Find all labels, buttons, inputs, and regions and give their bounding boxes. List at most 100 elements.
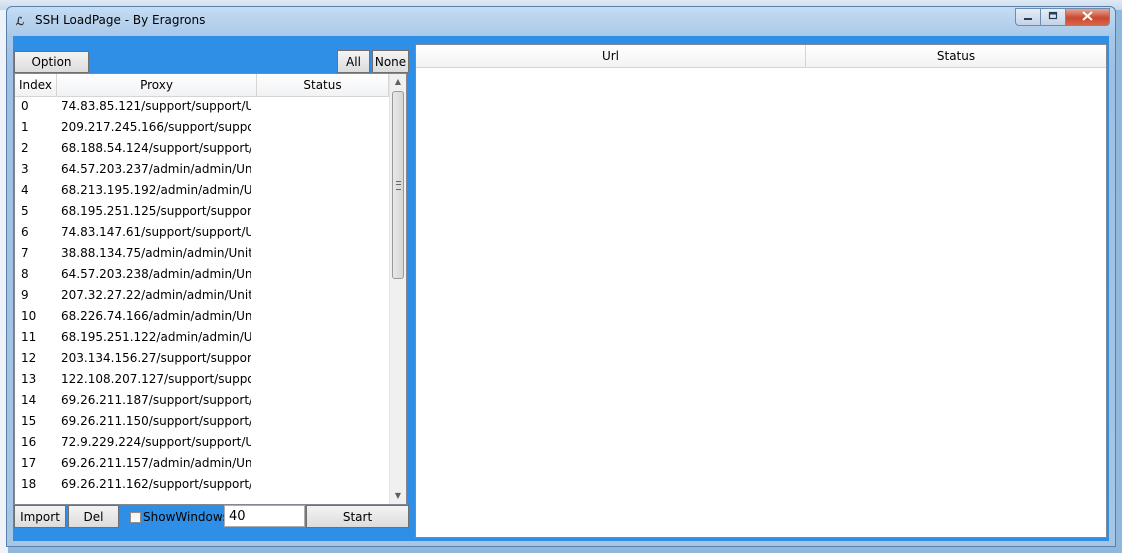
row-status: [251, 180, 389, 201]
row-index: 6: [21, 225, 29, 239]
select-all-button[interactable]: All: [337, 50, 370, 73]
row-index: 8: [21, 267, 29, 281]
row-index: 2: [21, 141, 29, 155]
table-row[interactable]: 16 72.9.229.224/support/support/Unite: [15, 432, 389, 453]
row-status: [251, 327, 389, 348]
row-proxy: 74.83.147.61/support/support/Unite: [61, 225, 251, 239]
maximize-button[interactable]: [1041, 8, 1066, 26]
row-proxy: 203.134.156.27/support/support/Au: [61, 351, 251, 365]
row-status: [251, 285, 389, 306]
row-index: 12: [21, 351, 37, 365]
scroll-thumb[interactable]: [392, 91, 404, 279]
column-header-index[interactable]: Index: [15, 74, 57, 96]
row-proxy: 74.83.85.121/support/support/Unite: [61, 99, 251, 113]
column-header-status[interactable]: Status: [257, 74, 389, 96]
row-status: [251, 201, 389, 222]
app-window: ℒ SSH LoadPage - By Eragrons Option All …: [6, 6, 1116, 547]
table-row[interactable]: 18 69.26.211.162/support/support/Uni: [15, 474, 389, 495]
column-header-proxy[interactable]: Proxy: [57, 74, 257, 96]
table-row[interactable]: 5 68.195.251.125/support/support/Ur: [15, 201, 389, 222]
row-proxy: 122.108.207.127/support/support/A: [61, 372, 251, 386]
row-proxy: 207.32.27.22/admin/admin/United S: [61, 288, 251, 302]
proxy-rows: 0 74.83.85.121/support/support/Unite 1 209.…: [15, 96, 389, 495]
row-proxy: 69.26.211.150/support/support/Uni: [61, 414, 251, 428]
row-index: 15: [21, 414, 37, 428]
proxy-list-header: Index Proxy Status: [15, 74, 389, 97]
show-windows-checkbox[interactable]: [130, 511, 141, 523]
table-row[interactable]: 10 68.226.74.166/admin/admin/United: [15, 306, 389, 327]
delete-button[interactable]: Del: [68, 505, 119, 528]
table-row[interactable]: 3 64.57.203.237/admin/admin/United: [15, 159, 389, 180]
row-status: [251, 138, 389, 159]
close-icon: [1082, 10, 1093, 25]
option-button[interactable]: Option: [14, 51, 89, 73]
row-status: [251, 411, 389, 432]
row-proxy: 68.195.251.125/support/support/Ur: [61, 204, 251, 218]
row-index: 7: [21, 246, 29, 260]
table-row[interactable]: 8 64.57.203.238/admin/admin/United: [15, 264, 389, 285]
table-row[interactable]: 14 69.26.211.187/support/support/Uni: [15, 390, 389, 411]
row-index: 11: [21, 330, 37, 344]
row-status: [251, 117, 389, 138]
proxy-list-scrollbar[interactable]: ▲ ▼: [389, 74, 406, 504]
maximize-icon: [1048, 11, 1058, 24]
row-index: 17: [21, 456, 37, 470]
table-row[interactable]: 12 203.134.156.27/support/support/Au: [15, 348, 389, 369]
table-row[interactable]: 9 207.32.27.22/admin/admin/United S: [15, 285, 389, 306]
table-row[interactable]: 7 38.88.134.75/admin/admin/United S: [15, 243, 389, 264]
grip-icon: [396, 181, 401, 190]
table-row[interactable]: 15 69.26.211.150/support/support/Uni: [15, 411, 389, 432]
table-row[interactable]: 2 68.188.54.124/support/support/Uni: [15, 138, 389, 159]
row-proxy: 64.57.203.237/admin/admin/United: [61, 162, 251, 176]
table-row[interactable]: 11 68.195.251.122/admin/admin/Unite: [15, 327, 389, 348]
import-button[interactable]: Import: [14, 505, 66, 528]
thread-count-input[interactable]: [224, 505, 305, 527]
client-area: Option All None Index Proxy Status 0 74.8…: [13, 36, 1109, 541]
table-row[interactable]: 1 209.217.245.166/support/support/U: [15, 117, 389, 138]
row-proxy: 69.26.211.162/support/support/Uni: [61, 477, 251, 491]
table-row[interactable]: 13 122.108.207.127/support/support/A: [15, 369, 389, 390]
select-none-button[interactable]: None: [372, 50, 409, 73]
table-row[interactable]: 6 74.83.147.61/support/support/Unite: [15, 222, 389, 243]
row-status: [251, 369, 389, 390]
row-status: [251, 264, 389, 285]
table-row[interactable]: 4 68.213.195.192/admin/admin/Unite: [15, 180, 389, 201]
row-status: [251, 348, 389, 369]
row-status: [251, 96, 389, 117]
show-windows-label: ShowWindows: [143, 510, 229, 524]
row-index: 14: [21, 393, 37, 407]
row-proxy: 68.188.54.124/support/support/Uni: [61, 141, 251, 155]
row-proxy: 68.213.195.192/admin/admin/Unite: [61, 183, 251, 197]
url-list-header: Url Status: [416, 45, 1106, 68]
row-status: [251, 453, 389, 474]
column-header-url[interactable]: Url: [416, 45, 806, 67]
row-index: 1: [21, 120, 29, 134]
minimize-button[interactable]: [1015, 8, 1041, 26]
row-proxy: 64.57.203.238/admin/admin/United: [61, 267, 251, 281]
row-index: 0: [21, 99, 29, 113]
row-index: 5: [21, 204, 29, 218]
title-bar[interactable]: ℒ SSH LoadPage - By Eragrons: [7, 7, 1115, 37]
proxy-panel: Option All None Index Proxy Status 0 74.8…: [14, 36, 409, 541]
row-status: [251, 243, 389, 264]
url-list[interactable]: Url Status: [415, 44, 1107, 538]
minimize-icon: [1023, 11, 1033, 24]
show-windows-toggle[interactable]: ShowWindows: [130, 509, 229, 525]
column-header-url-status[interactable]: Status: [806, 45, 1106, 67]
start-button[interactable]: Start: [306, 505, 409, 528]
proxy-list[interactable]: Index Proxy Status 0 74.83.85.121/support…: [14, 73, 407, 505]
table-row[interactable]: 17 69.26.211.157/admin/admin/United: [15, 453, 389, 474]
row-index: 10: [21, 309, 37, 323]
row-status: [251, 474, 389, 495]
window-controls: [1015, 8, 1110, 27]
row-proxy: 209.217.245.166/support/support/U: [61, 120, 251, 134]
row-proxy: 72.9.229.224/support/support/Unite: [61, 435, 251, 449]
app-icon: ℒ: [16, 15, 24, 28]
table-row[interactable]: 0 74.83.85.121/support/support/Unite: [15, 96, 389, 117]
scroll-up-icon[interactable]: ▲: [390, 74, 406, 90]
row-index: 4: [21, 183, 29, 197]
close-button[interactable]: [1066, 8, 1110, 26]
scroll-down-icon[interactable]: ▼: [390, 488, 406, 504]
row-index: 9: [21, 288, 29, 302]
row-status: [251, 306, 389, 327]
